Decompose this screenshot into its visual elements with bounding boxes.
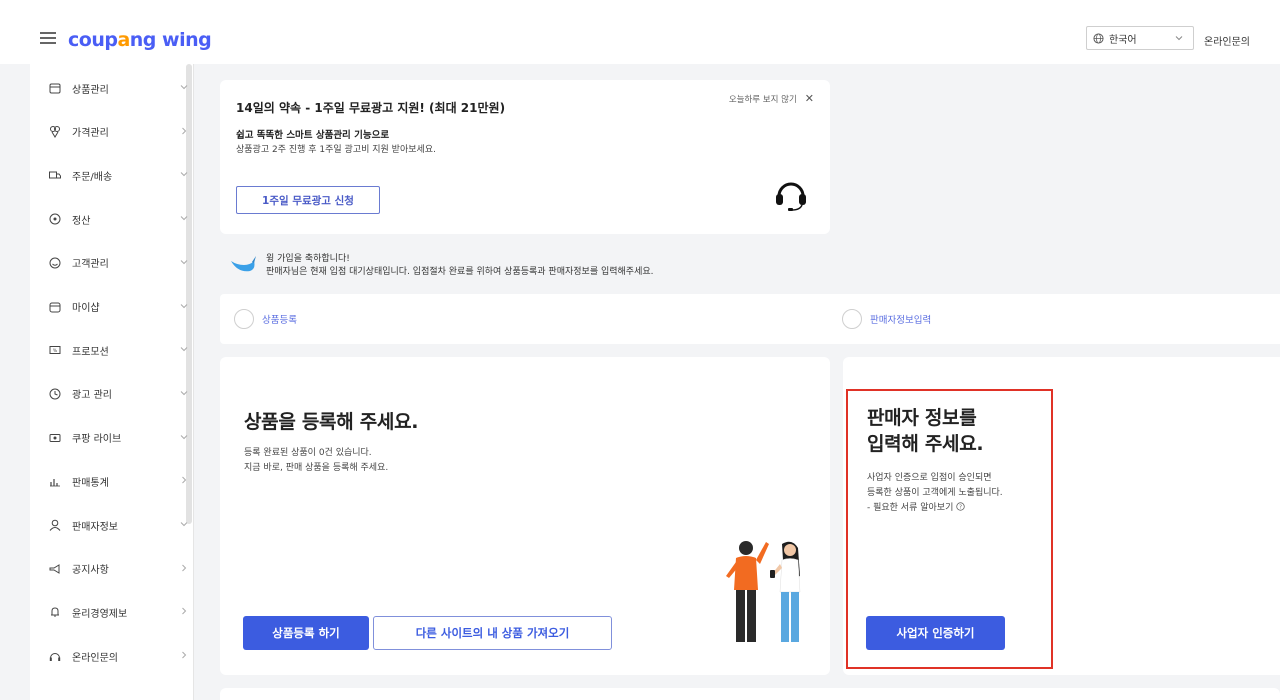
bird-icon: [231, 256, 256, 272]
product-card-desc: 등록 완료된 상품이 0건 있습니다. 지금 바로, 판매 상품을 등록해 주세…: [244, 448, 389, 473]
sidebar-item-11[interactable]: 공지사항: [48, 559, 188, 579]
sidebar-item-label: 주문/배송: [72, 171, 113, 183]
user-icon: [49, 519, 61, 531]
sidebar-item-label: 상품관리: [72, 84, 109, 96]
sidebar-item-label: 광고 관리: [72, 390, 112, 402]
sidebar-item-5[interactable]: 마이샵: [48, 297, 188, 317]
welcome-message: 윙 가입을 축하합니다! 판매자님은 현재 입점 대기상태입니다. 입점절차 완…: [230, 246, 930, 280]
box-icon: [49, 83, 61, 94]
chevron-right-icon: [182, 127, 187, 135]
sidebar-item-0[interactable]: 상품관리: [48, 78, 188, 98]
megaphone-icon: [49, 563, 60, 574]
people-illustration: [726, 541, 801, 642]
sidebar-item-12[interactable]: 윤리경영제보: [48, 602, 188, 622]
sidebar-item-label: 공지사항: [72, 565, 109, 577]
sidebar-item-6[interactable]: % 프로모션: [48, 340, 188, 360]
chevron-right-icon: [182, 651, 187, 659]
price-tag-icon: [50, 125, 60, 138]
chevron-down-icon: [180, 172, 188, 177]
promo-card: 14일의 약속 - 1주일 무료광고 지원! (최대 21만원) 오늘하루 보지…: [220, 80, 830, 234]
language-label: 한국어: [1109, 34, 1137, 46]
chevron-down-icon: [180, 391, 188, 396]
register-product-button[interactable]: 상품등록 하기: [243, 616, 369, 650]
coin-icon: [49, 213, 61, 225]
step-seller-info[interactable]: 판매자정보입력: [842, 309, 931, 329]
sidebar-item-label: 마이샵: [72, 303, 100, 314]
welcome-line-1: 윙 가입을 축하합니다!: [266, 254, 350, 264]
chevron-down-icon: [1175, 36, 1183, 41]
close-icon[interactable]: ✕: [805, 92, 814, 105]
hamburger-menu-icon[interactable]: [40, 32, 56, 44]
sidebar-item-8[interactable]: 쿠팡 라이브: [48, 428, 188, 448]
headset-icon: [776, 182, 806, 211]
language-select[interactable]: 한국어: [1086, 26, 1194, 50]
sidebar-item-4[interactable]: 고객관리: [48, 253, 188, 273]
sidebar-item-10[interactable]: 판매자정보: [48, 515, 188, 535]
globe-icon: [1093, 32, 1104, 44]
welcome-line-2: 판매자님은 현재 입점 대기상태입니다. 입점절차 완료를 위하여 상품등록과 …: [266, 267, 654, 277]
sidebar-item-label: 윤리경영제보: [72, 608, 128, 620]
sidebar-item-13[interactable]: 온라인문의: [48, 646, 188, 666]
truck-icon: [49, 171, 61, 179]
chevron-down-icon: [180, 303, 188, 308]
sidebar-item-label: 쿠팡 라이브: [72, 434, 122, 446]
chevron-down-icon: [180, 259, 188, 265]
chevron-right-icon: [182, 564, 187, 572]
step-product-register[interactable]: 상품등록: [234, 309, 297, 329]
highlight-box: [846, 389, 1053, 669]
promo-line-2: 상품광고 2주 진행 후 1주일 광고비 지원 받아보세요.: [236, 145, 436, 155]
step-circle-icon: [842, 309, 862, 329]
sidebar-item-label: 가격관리: [72, 128, 109, 140]
sidebar-item-label: 프로모션: [72, 346, 109, 358]
smile-icon: [49, 257, 61, 269]
sidebar-item-3[interactable]: 정산: [48, 209, 188, 229]
svg-text:%: %: [53, 348, 58, 354]
online-inquiry-link[interactable]: 온라인문의: [1204, 33, 1250, 48]
coupon-icon: %: [49, 346, 61, 355]
chevron-right-icon: [182, 476, 187, 484]
chevron-down-icon: [180, 522, 188, 527]
chevron-down-icon: [180, 434, 188, 439]
import-products-button[interactable]: 다른 사이트의 내 상품 가져오기: [373, 616, 612, 650]
promo-close-button[interactable]: 오늘하루 보지 않기 ✕: [729, 92, 814, 105]
registration-steps: 상품등록 판매자정보입력: [220, 294, 1280, 344]
bottom-card: [220, 688, 1280, 700]
step-circle-icon: [234, 309, 254, 329]
live-icon: [49, 433, 61, 442]
ad-icon: [49, 388, 61, 400]
sidebar-item-label: 고객관리: [72, 259, 109, 271]
promo-line-1: 쉽고 똑똑한 스마트 상품관리 기능으로: [236, 130, 390, 141]
chevron-down-icon: [180, 347, 188, 352]
sidebar-item-2[interactable]: 주문/배송: [48, 165, 188, 185]
product-card-title: 상품을 등록해 주세요.: [244, 411, 419, 433]
coupang-wing-logo[interactable]: coupang wing: [68, 29, 212, 51]
headset-icon: [49, 653, 61, 662]
sidebar-item-label: 온라인문의: [72, 652, 118, 664]
chevron-down-icon: [180, 85, 188, 90]
sidebar-item-7[interactable]: 광고 관리: [48, 384, 188, 404]
free-ad-apply-button[interactable]: 1주일 무료광고 신청: [236, 186, 380, 214]
sidebar-item-label: 판매통계: [72, 477, 109, 489]
bar-chart-icon: [50, 479, 60, 487]
promo-title: 14일의 약속 - 1주일 무료광고 지원! (최대 21만원): [236, 101, 506, 115]
sidebar-item-label: 정산: [72, 215, 91, 227]
sidebar-item-9[interactable]: 판매통계: [48, 471, 188, 491]
chevron-right-icon: [182, 608, 187, 615]
bell-icon: [51, 607, 59, 618]
chevron-down-icon: [180, 216, 188, 221]
top-header: coupang wing 한국어 온라인문의: [0, 0, 1280, 64]
sidebar-item-1[interactable]: 가격관리: [48, 122, 188, 142]
shop-icon: [49, 302, 61, 312]
sidebar-item-label: 판매자정보: [72, 521, 118, 533]
